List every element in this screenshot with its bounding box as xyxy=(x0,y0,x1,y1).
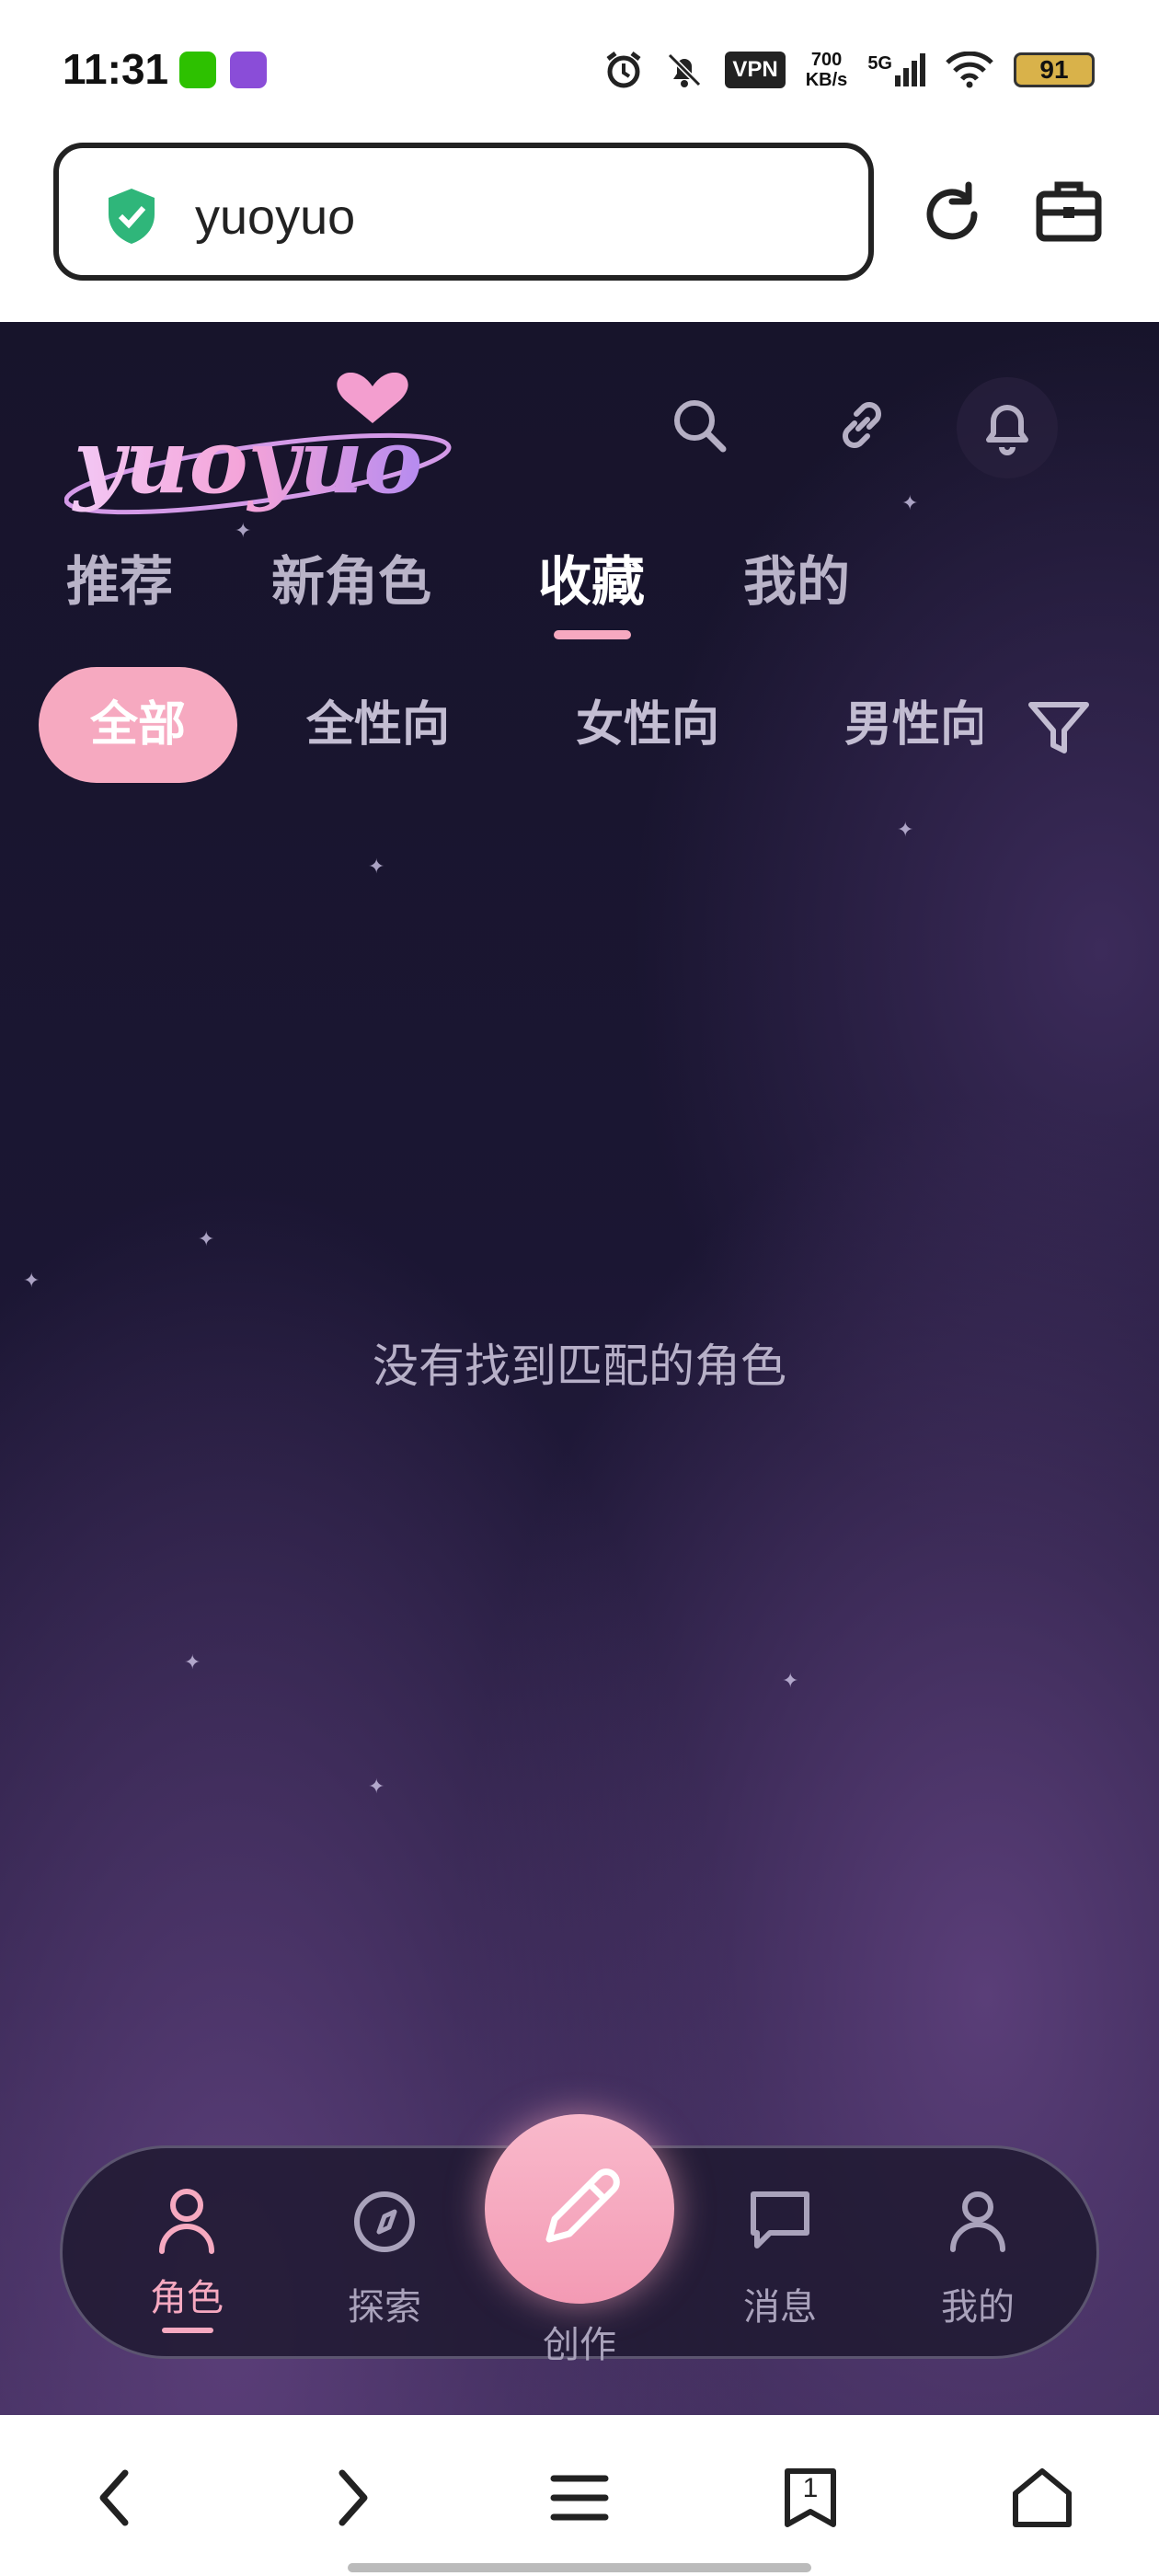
battery-indicator: 91 xyxy=(1014,52,1095,87)
wifi-icon xyxy=(946,52,993,88)
star-decoration: ✦ xyxy=(897,819,914,842)
notification-button[interactable] xyxy=(957,377,1058,478)
chat-bubble-icon xyxy=(751,2191,809,2248)
url-text[interactable]: yuoyuo xyxy=(195,189,355,246)
signal-icon: 5G xyxy=(867,53,925,86)
nav-label: 探索 xyxy=(348,2286,421,2329)
nav-label: 我的 xyxy=(941,2286,1015,2329)
alarm-icon xyxy=(606,52,641,88)
pencil-icon xyxy=(545,2168,620,2243)
star-decoration: ✦ xyxy=(23,1270,40,1293)
nav-profile[interactable]: 我的 xyxy=(913,2148,1042,2362)
mute-icon xyxy=(668,52,702,87)
web-content: ✦ ✦ ✦ ✦ ✦ ✦ ✦ ✦ ✦ yuoyuo 推荐 新角色 收藏 我的 全部… xyxy=(0,322,1159,2415)
chip-male-oriented[interactable]: 男性向 xyxy=(844,667,982,783)
person-icon xyxy=(159,2189,214,2254)
star-decoration: ✦ xyxy=(198,1228,215,1251)
app-notification-icon xyxy=(230,52,267,88)
status-time: 11:31 xyxy=(63,45,169,93)
svg-text:yuoyuo: yuoyuo xyxy=(72,409,422,513)
tab-new-characters[interactable]: 新角色 xyxy=(271,538,431,615)
status-bar: 11:31 VPN 700 KB/s 5G 91 xyxy=(0,0,1159,138)
back-icon[interactable] xyxy=(92,2466,138,2530)
create-label: 创作 xyxy=(543,2324,616,2366)
home-indicator[interactable] xyxy=(348,2563,811,2572)
tab-count: 1 xyxy=(802,2473,819,2503)
user-icon xyxy=(950,2191,1005,2252)
nav-characters[interactable]: 角色 xyxy=(122,2148,251,2362)
filter-icon[interactable] xyxy=(1026,699,1092,758)
nav-explore[interactable]: 探索 xyxy=(320,2148,449,2362)
home-icon[interactable] xyxy=(1010,2466,1074,2530)
tab-recommend[interactable]: 推荐 xyxy=(66,538,173,615)
active-tab-indicator xyxy=(554,630,631,639)
nav-messages[interactable]: 消息 xyxy=(716,2148,844,2362)
address-bar[interactable]: yuoyuo xyxy=(53,143,874,281)
chip-all[interactable]: 全部 xyxy=(39,667,237,783)
status-icons: VPN 700 KB/s 5G 91 xyxy=(603,42,1095,98)
star-decoration: ✦ xyxy=(368,1776,385,1799)
tab-favorites[interactable]: 收藏 xyxy=(538,538,645,615)
link-icon[interactable] xyxy=(832,396,891,454)
star-decoration: ✦ xyxy=(368,856,385,879)
create-button[interactable] xyxy=(485,2114,674,2304)
star-decoration: ✦ xyxy=(901,492,919,515)
yuoyuo-logo[interactable]: yuoyuo xyxy=(64,373,469,520)
search-icon[interactable] xyxy=(670,396,729,454)
toolbox-icon[interactable] xyxy=(1035,178,1103,246)
wechat-icon xyxy=(179,52,216,88)
chip-female-oriented[interactable]: 女性向 xyxy=(576,667,719,783)
category-tabs: 推荐 新角色 收藏 我的 xyxy=(0,538,1159,621)
empty-state-message: 没有找到匹配的角色 xyxy=(373,1340,786,1393)
tab-mine[interactable]: 我的 xyxy=(743,538,850,615)
chip-all-orientation[interactable]: 全性向 xyxy=(306,667,450,783)
vpn-badge: VPN xyxy=(725,52,786,88)
star-decoration: ✦ xyxy=(184,1651,201,1674)
active-nav-indicator xyxy=(162,2328,213,2333)
forward-icon[interactable] xyxy=(329,2466,375,2530)
nav-label: 消息 xyxy=(743,2286,817,2329)
compass-icon xyxy=(354,2191,415,2252)
secure-shield-icon xyxy=(109,189,155,244)
star-decoration: ✦ xyxy=(782,1670,799,1693)
browser-toolbar: 1 xyxy=(0,2415,1159,2576)
tabs-button[interactable]: 1 xyxy=(780,2466,841,2530)
refresh-icon[interactable] xyxy=(915,178,989,251)
bell-icon xyxy=(986,405,1028,455)
net-speed: 700 KB/s xyxy=(805,50,848,90)
nav-label: 角色 xyxy=(150,2277,224,2319)
menu-icon[interactable] xyxy=(550,2466,609,2530)
